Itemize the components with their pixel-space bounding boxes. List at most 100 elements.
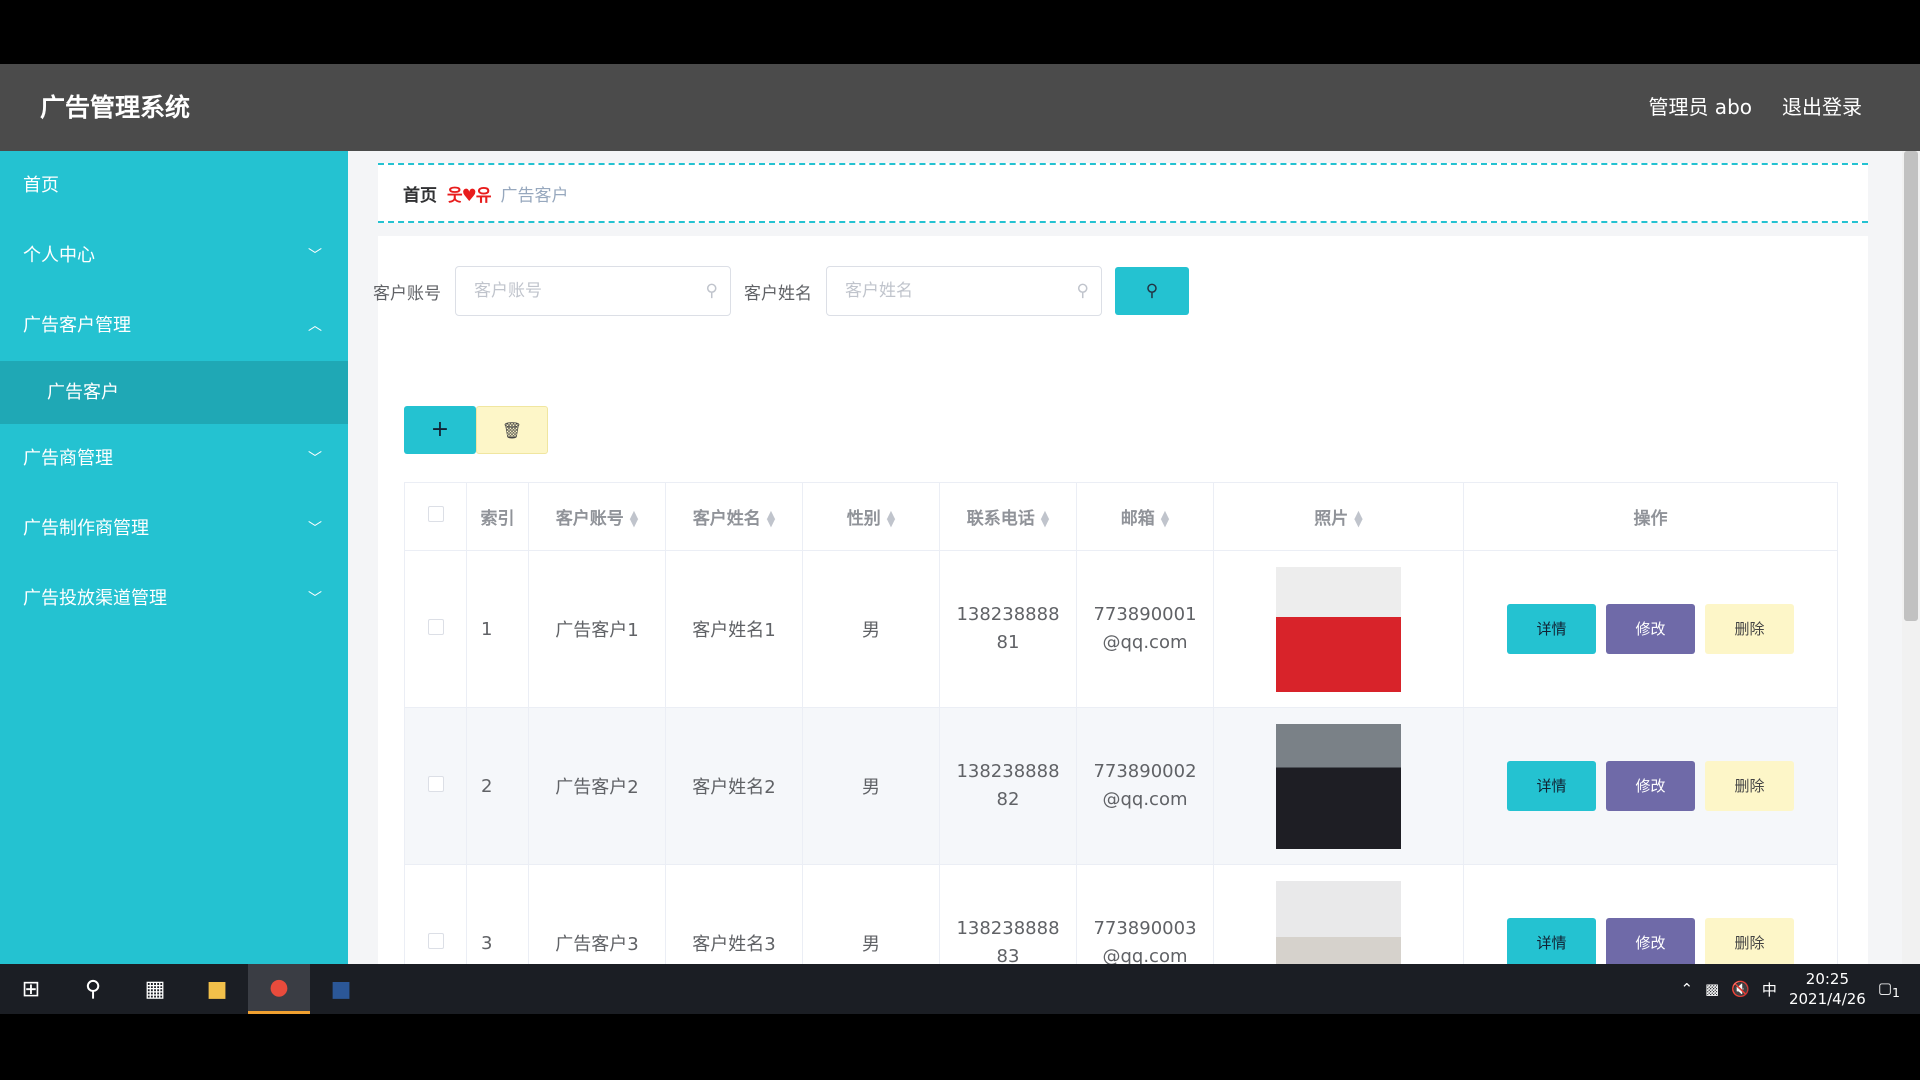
table-row: 2 广告客户2 客户姓名2 男 13823888882 773890002@qq… (404, 707, 1838, 865)
cell-account: 广告客户2 (528, 707, 666, 865)
windows-taskbar: ⊞ ⚲ ▦ ■ ● ■ ⌃ ▩ 🔇 中 20:25 2021/4/26 ▢1 (0, 964, 1920, 1014)
cell-name: 客户姓名3 (665, 864, 803, 964)
row-checkbox[interactable] (404, 550, 467, 708)
cell-account: 广告客户1 (528, 550, 666, 708)
delete-button[interactable]: 删除 (1705, 761, 1794, 811)
customer-table: 索引 客户账号 ▲ ▼ 客户姓名 ▲ ▼ 性别 ▲ ▼ 联系电话 ▲ ▼ 邮箱 ▲ ▼ 照片 ▲ ▼ 操… (404, 482, 1838, 964)
trash-icon: 🗑 (501, 421, 523, 440)
search-icon: ⚲ (1145, 281, 1159, 301)
detail-button[interactable]: 详情 (1507, 761, 1596, 811)
notification-icon[interactable]: ▢1 (1878, 979, 1900, 1000)
sort-icon: ▲ ▼ (629, 508, 639, 529)
edit-button[interactable]: 修改 (1606, 761, 1695, 811)
breadcrumb: 首页 웃♥유 广告客户 (378, 163, 1868, 223)
batch-delete-button[interactable]: 🗑 (476, 406, 548, 454)
col-index: 索引 (466, 482, 529, 551)
table-row: 3 广告客户3 客户姓名3 男 13823888883 773890003@qq… (404, 864, 1838, 964)
col-email[interactable]: 邮箱 ▲ ▼ (1076, 482, 1214, 551)
sidebar-item-producer-mgmt[interactable]: 广告制作商管理 ﹀ (0, 494, 348, 564)
sidebar-item-customer-mgmt[interactable]: 广告客户管理 ︿ (0, 291, 348, 361)
table-row: 1 广告客户1 客户姓名1 男 13823888881 773890001@qq… (404, 550, 1838, 708)
cell-photo (1213, 550, 1464, 708)
row-checkbox[interactable] (404, 707, 467, 865)
name-label: 客户姓名 (744, 283, 812, 304)
select-all-checkbox[interactable] (404, 482, 467, 551)
volume-muted-icon[interactable]: 🔇 (1731, 980, 1750, 998)
logout-link[interactable]: 退出登录 (1782, 64, 1862, 151)
delete-button[interactable]: 删除 (1705, 604, 1794, 654)
main-content: 首页 웃♥유 广告客户 客户账号 客户账号 ⚲ 客户姓名 客户姓名 ⚲ ⚲ + … (348, 151, 1902, 964)
chevron-down-icon: ﹀ (308, 521, 322, 537)
cell-photo (1213, 864, 1464, 964)
cell-index: 3 (466, 864, 529, 964)
app-title: 广告管理系统 (40, 93, 191, 122)
customer-photo (1276, 723, 1401, 849)
name-search-input[interactable]: 客户姓名 ⚲ (826, 266, 1102, 316)
cell-phone: 13823888881 (939, 550, 1077, 708)
cell-email: 773890002@qq.com (1076, 707, 1214, 865)
file-explorer-icon[interactable]: ■ (186, 964, 248, 1014)
col-gender[interactable]: 性别 ▲ ▼ (802, 482, 940, 551)
col-account[interactable]: 客户账号 ▲ ▼ (528, 482, 666, 551)
windows-start-icon[interactable]: ⊞ (0, 964, 62, 1014)
search-icon: ⚲ (1076, 281, 1089, 301)
cell-photo (1213, 707, 1464, 865)
sidebar-item-profile[interactable]: 个人中心 ﹀ (0, 221, 348, 291)
action-bar: + 🗑 (404, 406, 548, 454)
account-search-input[interactable]: 客户账号 ⚲ (455, 266, 731, 316)
network-icon[interactable]: ▩ (1705, 980, 1719, 998)
top-header: 广告管理系统 管理员 abo 退出登录 (0, 64, 1920, 151)
cell-index: 1 (466, 550, 529, 708)
task-view-icon[interactable]: ▦ (124, 964, 186, 1014)
search-bar: 客户账号 客户账号 ⚲ 客户姓名 客户姓名 ⚲ ⚲ (373, 266, 1189, 316)
breadcrumb-separator: 웃♥유 (447, 185, 492, 206)
edit-button[interactable]: 修改 (1606, 604, 1695, 654)
sort-icon: ▲ ▼ (766, 508, 776, 529)
search-icon[interactable]: ⚲ (62, 964, 124, 1014)
customer-photo (1276, 880, 1401, 964)
col-phone[interactable]: 联系电话 ▲ ▼ (939, 482, 1077, 551)
sort-icon: ▲ ▼ (886, 508, 896, 529)
chevron-down-icon: ﹀ (308, 451, 322, 467)
chrome-icon[interactable]: ● (248, 964, 310, 1014)
ime-indicator[interactable]: 中 (1762, 979, 1777, 1000)
account-label: 客户账号 (373, 283, 441, 304)
sort-icon: ▲ ▼ (1160, 508, 1170, 529)
row-checkbox[interactable] (404, 864, 467, 964)
system-clock[interactable]: 20:25 2021/4/26 (1789, 969, 1866, 1009)
cell-gender: 男 (802, 550, 940, 708)
sidebar-item-advertiser-mgmt[interactable]: 广告商管理 ﹀ (0, 424, 348, 494)
scrollbar-thumb[interactable] (1904, 151, 1918, 621)
chevron-down-icon: ﹀ (308, 248, 322, 264)
edit-button[interactable]: 修改 (1606, 918, 1695, 964)
search-icon: ⚲ (705, 281, 718, 301)
word-icon[interactable]: ■ (310, 964, 372, 1014)
cell-account: 广告客户3 (528, 864, 666, 964)
cell-email: 773890003@qq.com (1076, 864, 1214, 964)
chevron-down-icon: ﹀ (308, 591, 322, 607)
cell-phone: 13823888882 (939, 707, 1077, 865)
sort-icon: ▲ ▼ (1354, 508, 1363, 529)
delete-button[interactable]: 删除 (1705, 918, 1794, 964)
breadcrumb-home[interactable]: 首页 (403, 181, 437, 206)
sidebar: 首页 个人中心 ﹀ 广告客户管理 ︿ 广告客户 广告商管理 ﹀ 广告制作商管理 … (0, 151, 348, 964)
search-button[interactable]: ⚲ (1115, 267, 1189, 315)
breadcrumb-current: 广告客户 (500, 185, 569, 206)
detail-button[interactable]: 详情 (1507, 604, 1596, 654)
sidebar-item-channel-mgmt[interactable]: 广告投放渠道管理 ﹀ (0, 564, 348, 634)
col-actions: 操作 (1463, 482, 1838, 551)
sidebar-item-home[interactable]: 首页 (0, 151, 348, 221)
customer-photo (1276, 566, 1401, 692)
cell-name: 客户姓名1 (665, 550, 803, 708)
sidebar-item-customers[interactable]: 广告客户 (0, 361, 348, 424)
cell-actions: 详情 修改 删除 (1463, 864, 1838, 964)
page-scrollbar[interactable] (1902, 151, 1920, 964)
chevron-up-icon: ︿ (308, 318, 322, 334)
add-button[interactable]: + (404, 406, 476, 454)
col-photo[interactable]: 照片 ▲ ▼ (1213, 482, 1464, 551)
cell-actions: 详情 修改 删除 (1463, 707, 1838, 865)
tray-chevron-icon[interactable]: ⌃ (1680, 980, 1693, 998)
detail-button[interactable]: 详情 (1507, 918, 1596, 964)
col-name[interactable]: 客户姓名 ▲ ▼ (665, 482, 803, 551)
app-window: 广告管理系统 管理员 abo 退出登录 首页 个人中心 ﹀ 广告客户管理 ︿ 广… (0, 64, 1920, 964)
